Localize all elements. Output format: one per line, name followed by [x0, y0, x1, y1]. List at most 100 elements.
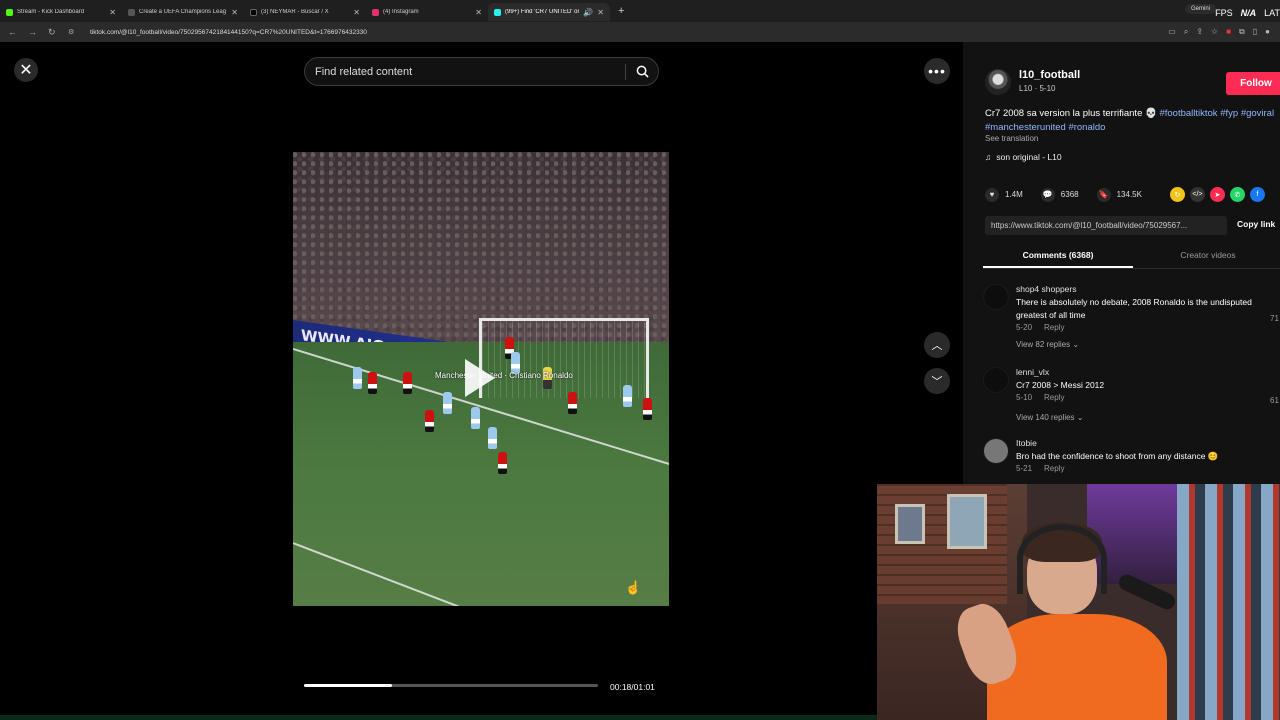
- cam-jerseys: [1177, 484, 1280, 720]
- view-replies-link[interactable]: View 82 replies ⌄: [1016, 340, 1079, 349]
- cam-headset: [1017, 524, 1107, 594]
- forward-icon[interactable]: →: [28, 27, 40, 37]
- browser-tab-active[interactable]: (99+) Find 'CR7 UNITED' on 🔊 ✕: [488, 3, 610, 21]
- comment-text: Cr7 2008 > Messi 2012: [1016, 380, 1105, 390]
- player: [403, 372, 412, 394]
- like-count: 1.4M: [1005, 190, 1023, 199]
- video-link-field[interactable]: https://www.tiktok.com/@l10_football/vid…: [985, 216, 1227, 235]
- cam-picture-frame: [947, 494, 987, 549]
- site-info-icon[interactable]: ⚙: [68, 28, 80, 36]
- commenter-avatar[interactable]: [983, 367, 1009, 393]
- author-avatar[interactable]: [985, 69, 1011, 95]
- commenter-name[interactable]: Itobie: [1016, 438, 1266, 448]
- player: [498, 452, 507, 474]
- player: [623, 385, 632, 407]
- music-link[interactable]: ♫ son original - L10: [985, 152, 1062, 162]
- follow-button[interactable]: Follow: [1226, 72, 1280, 95]
- view-replies-link[interactable]: View 140 replies ⌄: [1016, 413, 1084, 422]
- play-icon[interactable]: [465, 359, 495, 397]
- speaker-icon[interactable]: 🔊: [583, 8, 593, 17]
- chevron-down-icon: ⌄: [1072, 340, 1080, 349]
- share-icon[interactable]: ⇪: [1196, 27, 1203, 37]
- share-buttons: ↻ </> ➤ ✆ f: [1169, 187, 1265, 202]
- reply-link[interactable]: Reply: [1044, 393, 1064, 402]
- previous-video-button[interactable]: ︿: [924, 332, 950, 358]
- sidebar-icon[interactable]: ▯: [1253, 27, 1257, 37]
- back-icon[interactable]: ←: [8, 27, 20, 37]
- whatsapp-icon[interactable]: ✆: [1229, 187, 1245, 202]
- url-field[interactable]: tiktok.com/@l10_football/video/750295674…: [90, 29, 367, 36]
- next-video-button[interactable]: ﹀: [924, 368, 950, 394]
- player: [488, 427, 497, 449]
- close-icon[interactable]: ✕: [475, 8, 482, 17]
- search-icon: [636, 65, 649, 78]
- comment-like-count: 71: [1270, 314, 1279, 323]
- hashtag-link[interactable]: #goviral: [1241, 108, 1274, 119]
- browser-tab[interactable]: (3) NEYMAR - Buscar / X ✕: [244, 3, 366, 21]
- hashtag-link[interactable]: #ronaldo: [1068, 122, 1105, 133]
- copy-link-button[interactable]: Copy link: [1237, 219, 1275, 229]
- cast-icon[interactable]: ▭: [1168, 27, 1176, 37]
- tab-title: Create a UEFA Champions Leag: [139, 9, 227, 15]
- chevron-down-icon: ⌄: [1076, 413, 1084, 422]
- puzzle-icon[interactable]: ⧉: [1239, 27, 1245, 37]
- tiktok-icon: [494, 8, 501, 16]
- see-translation-link[interactable]: See translation: [985, 134, 1038, 143]
- fps-value: N/A: [1240, 8, 1257, 18]
- author-info[interactable]: l10_football L10 · 5-10: [985, 69, 1080, 95]
- close-icon[interactable]: ✕: [231, 8, 238, 17]
- related-search-bar[interactable]: Find related content: [304, 57, 659, 86]
- author-name[interactable]: l10_football: [1019, 69, 1080, 81]
- uefa-icon: [128, 8, 135, 16]
- video-player[interactable]: WWW.AIG.COM WWW.AIG.COM Manchester Unite…: [293, 152, 669, 606]
- close-icon[interactable]: ✕: [597, 8, 604, 17]
- embed-icon[interactable]: </>: [1189, 187, 1205, 202]
- commenter-avatar[interactable]: [983, 438, 1009, 464]
- tab-creator-videos[interactable]: Creator videos: [1133, 245, 1280, 268]
- new-tab-button[interactable]: +: [618, 5, 624, 17]
- commenter-name[interactable]: shop4 shoppers: [1016, 284, 1266, 294]
- reply-link[interactable]: Reply: [1044, 464, 1064, 473]
- profile-icon[interactable]: ●: [1265, 27, 1270, 37]
- send-icon[interactable]: ➤: [1209, 187, 1225, 202]
- search-input[interactable]: Find related content: [305, 66, 625, 78]
- taskbar-strip: [0, 715, 877, 720]
- player: [353, 367, 362, 389]
- hashtag-link[interactable]: #fyp: [1220, 108, 1238, 119]
- close-icon[interactable]: ✕: [109, 8, 116, 17]
- video-crowd: [293, 152, 669, 342]
- tab-comments[interactable]: Comments (6368): [983, 245, 1133, 268]
- browser-toolbar: ▭ ⌕ ⇪ ☆ ■ ⧉ ▯ ●: [1168, 27, 1270, 37]
- close-icon[interactable]: ✕: [353, 8, 360, 17]
- music-title: son original - L10: [996, 152, 1062, 162]
- comment-date: 5-10: [1016, 393, 1033, 402]
- player: [443, 392, 452, 414]
- save-button[interactable]: 🔖 134.5K: [1096, 187, 1142, 202]
- commenter-avatar[interactable]: [983, 284, 1009, 310]
- description-text: Cr7 2008 sa version la plus terrifiante …: [985, 108, 1157, 119]
- more-options-button[interactable]: •••: [924, 58, 950, 84]
- mouse-cursor-icon: ☝: [625, 580, 642, 595]
- commenter-name[interactable]: lenni_vlx: [1016, 367, 1266, 377]
- browser-tab[interactable]: Stream - Kick Dashboard ✕: [0, 3, 122, 21]
- browser-tab[interactable]: (4) Instagram ✕: [366, 3, 488, 21]
- zoom-icon[interactable]: ⌕: [1184, 27, 1188, 37]
- hashtag-link[interactable]: #footballtiktok: [1159, 108, 1217, 119]
- comment-text: Bro had the confidence to shoot from any…: [1016, 451, 1219, 461]
- bookmark-star-icon[interactable]: ☆: [1211, 27, 1218, 37]
- reply-link[interactable]: Reply: [1044, 323, 1064, 332]
- video-progress-bar[interactable]: [304, 684, 598, 687]
- comment-button[interactable]: 💬 6368: [1040, 187, 1079, 202]
- tab-title: (99+) Find 'CR7 UNITED' on: [505, 9, 580, 15]
- reload-icon[interactable]: ↻: [48, 27, 60, 38]
- cam-picture-frame: [895, 504, 925, 544]
- facebook-icon[interactable]: f: [1249, 187, 1265, 202]
- repost-icon[interactable]: ↻: [1169, 187, 1185, 202]
- hashtag-link[interactable]: #manchesterunited: [985, 122, 1066, 133]
- gemini-button[interactable]: Gemini: [1184, 4, 1216, 14]
- extension-icon[interactable]: ■: [1226, 27, 1231, 37]
- like-button[interactable]: ♥ 1.4M: [985, 187, 1023, 202]
- search-button[interactable]: [626, 65, 658, 78]
- browser-tab[interactable]: Create a UEFA Champions Leag ✕: [122, 3, 244, 21]
- close-video-button[interactable]: ✕: [14, 58, 38, 82]
